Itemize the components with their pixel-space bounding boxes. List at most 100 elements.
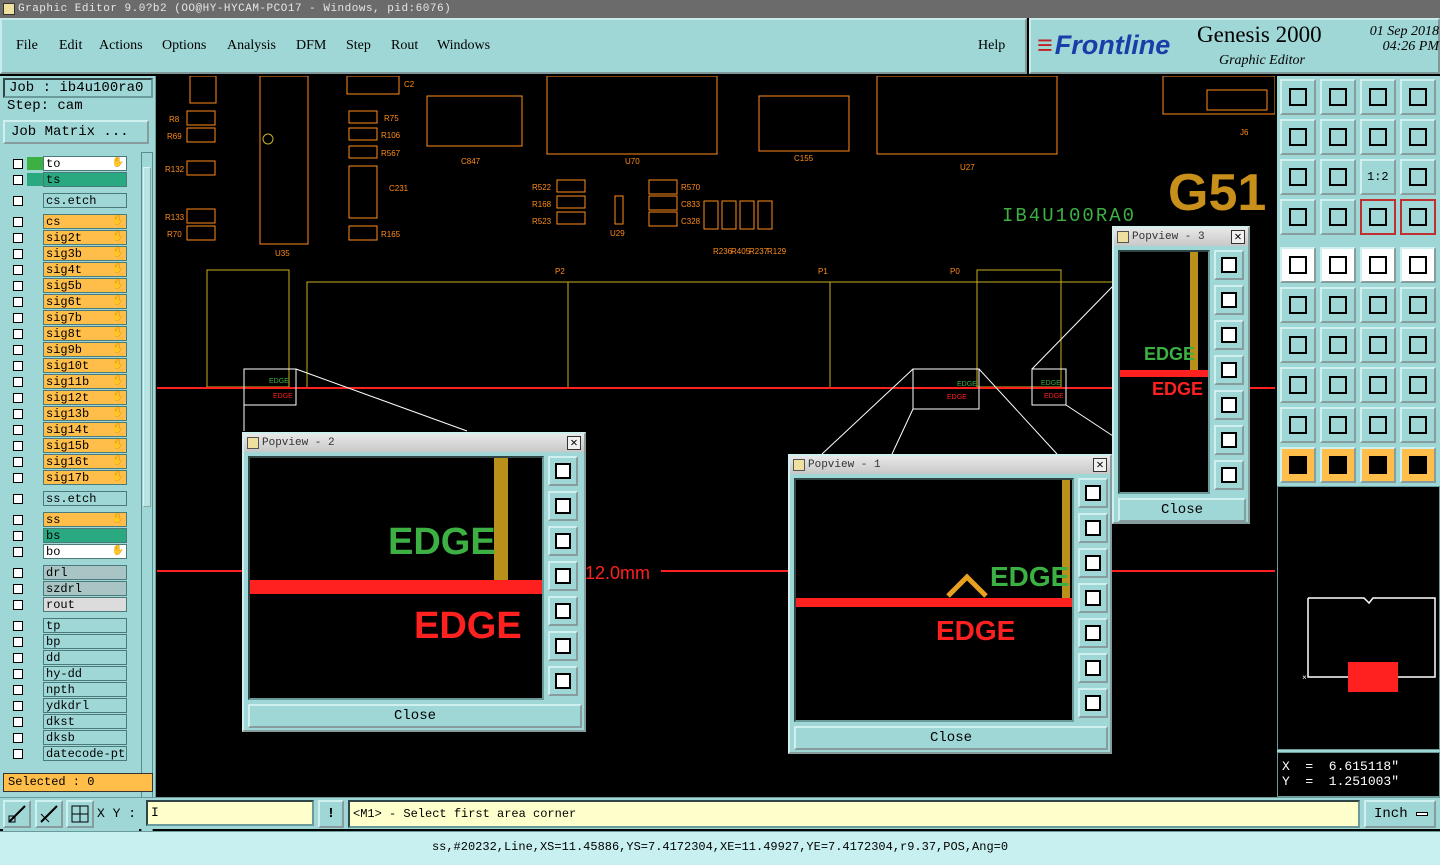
layer-name[interactable]: sig16t ✋ <box>43 454 127 469</box>
layer-color-swatch[interactable] <box>27 157 43 170</box>
layer-row-bo[interactable]: bo ✋ <box>6 544 128 559</box>
popview-screen[interactable]: EDGE EDGE <box>794 478 1074 722</box>
mirror-tool-button[interactable] <box>1400 327 1436 363</box>
scroll-thumb[interactable] <box>143 167 151 507</box>
alert-button[interactable]: ! <box>318 800 344 828</box>
layer-scrollbar[interactable] <box>141 152 153 842</box>
layer-checkbox[interactable] <box>13 441 23 451</box>
layer-checkbox[interactable] <box>13 547 23 557</box>
dimension-tool-button[interactable] <box>1360 367 1396 403</box>
layer-color-swatch[interactable] <box>27 747 43 760</box>
home-tool-button[interactable] <box>1360 79 1396 115</box>
line-tool-button[interactable] <box>1360 287 1396 323</box>
layer-checkbox[interactable] <box>13 345 23 355</box>
layer-color-swatch[interactable] <box>27 715 43 728</box>
layers-alt-tool-button[interactable] <box>1400 199 1436 235</box>
layer-color-swatch[interactable] <box>27 423 43 436</box>
layer-color-swatch[interactable] <box>27 407 43 420</box>
layer-checkbox[interactable] <box>13 217 23 227</box>
layer-name[interactable]: ts <box>43 172 127 187</box>
menu-dfm[interactable]: DFM <box>296 38 326 54</box>
layer-row-sig10t[interactable]: sig10t ✋ <box>6 358 128 373</box>
angle-tool-button[interactable] <box>1280 327 1316 363</box>
layer-name[interactable]: ydkdrl <box>43 698 127 713</box>
popview-title-bar[interactable]: Popview - 2 ✕ <box>244 434 584 452</box>
layer-row-tp[interactable]: tp <box>6 618 128 633</box>
layer-name[interactable]: sig15b ✋ <box>43 438 127 453</box>
layer-checkbox[interactable] <box>13 361 23 371</box>
layer-color-swatch[interactable] <box>27 582 43 595</box>
layer-row-dkst[interactable]: dkst <box>6 714 128 729</box>
route-tool-button[interactable] <box>1400 447 1436 483</box>
layer-color-swatch[interactable] <box>27 194 43 207</box>
layer-checkbox[interactable] <box>13 733 23 743</box>
layer-name[interactable]: npth <box>43 682 127 697</box>
layer-color-swatch[interactable] <box>27 343 43 356</box>
layer-name[interactable]: ss.etch <box>43 491 127 506</box>
layer-name[interactable]: datecode-pte <box>43 746 127 761</box>
layer-row-dd[interactable]: dd <box>6 650 128 665</box>
layer-checkbox[interactable] <box>13 457 23 467</box>
layer-checkbox[interactable] <box>13 265 23 275</box>
layer-row-sig3b[interactable]: sig3b ✋ <box>6 246 128 261</box>
layer-checkbox[interactable] <box>13 600 23 610</box>
snap-tool-button[interactable] <box>1320 247 1356 283</box>
pan-up-icon[interactable] <box>1214 285 1244 315</box>
layer-row-sig13b[interactable]: sig13b ✋ <box>6 406 128 421</box>
layer-checkbox[interactable] <box>13 473 23 483</box>
zoom-in-icon[interactable] <box>548 631 578 661</box>
probe-tool-button[interactable] <box>1320 199 1356 235</box>
layers-tool-button[interactable] <box>1360 199 1396 235</box>
layer-row-ss[interactable]: ss ✋ <box>6 512 128 527</box>
tools-tool-button[interactable] <box>1280 199 1316 235</box>
layer-name[interactable]: hy-dd <box>43 666 127 681</box>
right-tool-button[interactable] <box>1320 119 1356 155</box>
connect-tool-button[interactable] <box>1280 287 1316 323</box>
layer-row-sig14t[interactable]: sig14t ✋ <box>6 422 128 437</box>
layer-color-swatch[interactable] <box>27 215 43 228</box>
layer-name[interactable]: sig7b ✋ <box>43 310 127 325</box>
layer-row-sig15b[interactable]: sig15b ✋ <box>6 438 128 453</box>
layer-row-sig6t[interactable]: sig6t ✋ <box>6 294 128 309</box>
close-icon[interactable]: ✕ <box>1093 458 1107 472</box>
help-tool-button[interactable] <box>1400 159 1436 195</box>
layer-color-swatch[interactable] <box>27 471 43 484</box>
layer-name[interactable]: dksb <box>43 730 127 745</box>
menu-edit[interactable]: Edit <box>59 38 82 54</box>
menu-help[interactable]: Help <box>978 38 1005 54</box>
layer-name[interactable]: sig17b ✋ <box>43 470 127 485</box>
menu-rout[interactable]: Rout <box>391 38 418 54</box>
layer-name[interactable]: dd <box>43 650 127 665</box>
pointer-tool-button[interactable] <box>1280 247 1316 283</box>
layer-color-swatch[interactable] <box>27 263 43 276</box>
layer-name[interactable]: ss ✋ <box>43 512 127 527</box>
layer-row-hy-dd[interactable]: hy-dd <box>6 666 128 681</box>
layer-name[interactable]: sig6t ✋ <box>43 294 127 309</box>
pan-down-icon[interactable] <box>1078 548 1108 578</box>
layer-checkbox[interactable] <box>13 494 23 504</box>
layer-name[interactable]: sig9b ✋ <box>43 342 127 357</box>
zoom-home-icon[interactable] <box>1078 478 1108 508</box>
layer-row-sig12t[interactable]: sig12t ✋ <box>6 390 128 405</box>
layer-checkbox[interactable] <box>13 409 23 419</box>
layer-checkbox[interactable] <box>13 568 23 578</box>
pan-right-icon[interactable] <box>548 596 578 626</box>
layer-checkbox[interactable] <box>13 515 23 525</box>
zoom-out-icon[interactable] <box>548 666 578 696</box>
layer-checkbox[interactable] <box>13 329 23 339</box>
save-tool-button[interactable] <box>1320 79 1356 115</box>
layer-name[interactable]: sig4t ✋ <box>43 262 127 277</box>
popview-screen[interactable]: EDGE EDGE <box>1118 250 1210 494</box>
close-icon[interactable]: ✕ <box>567 436 581 450</box>
layer-color-swatch[interactable] <box>27 439 43 452</box>
window-tool-button[interactable] <box>1400 79 1436 115</box>
layer-checkbox[interactable] <box>13 196 23 206</box>
slash-tool-button[interactable] <box>1320 327 1356 363</box>
units-select[interactable]: Inch <box>1364 800 1436 828</box>
xy-input[interactable]: I <box>146 800 314 826</box>
layer-name[interactable]: sig10t ✋ <box>43 358 127 373</box>
layer-checkbox[interactable] <box>13 685 23 695</box>
layer-color-swatch[interactable] <box>27 455 43 468</box>
open-tool-button[interactable] <box>1280 79 1316 115</box>
layer-color-swatch[interactable] <box>27 619 43 632</box>
